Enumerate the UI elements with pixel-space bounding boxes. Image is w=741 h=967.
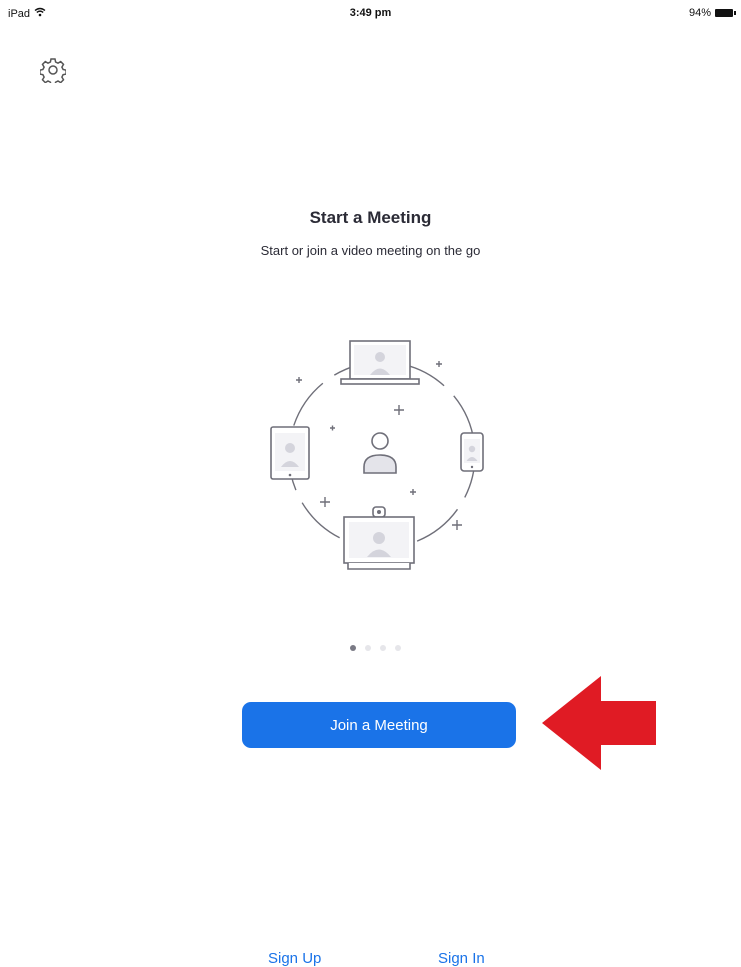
status-right: 94%	[688, 7, 736, 19]
room-system-icon	[343, 506, 415, 570]
page-indicator[interactable]	[350, 645, 401, 651]
page-dot-3[interactable]	[380, 645, 386, 651]
page-dot-4[interactable]	[395, 645, 401, 651]
tablet-icon	[270, 426, 310, 480]
battery-percent: 94%	[688, 7, 711, 19]
status-bar: iPad 3:49 pm 94%	[0, 0, 741, 26]
phone-icon	[460, 432, 484, 472]
gear-icon[interactable]	[39, 57, 67, 86]
page-title: Start a Meeting	[309, 208, 432, 227]
battery-icon	[715, 9, 736, 17]
page-dot-2[interactable]	[365, 645, 371, 651]
join-meeting-button[interactable]: Join a Meeting	[242, 702, 516, 748]
laptop-icon	[340, 340, 420, 385]
red-arrow-icon	[540, 676, 658, 770]
status-time: 3:49 pm	[349, 7, 392, 19]
sign-up-link[interactable]: Sign Up	[268, 950, 321, 967]
sign-in-link[interactable]: Sign In	[438, 950, 485, 967]
page-dot-1[interactable]	[350, 645, 356, 651]
page-subtitle: Start or join a video meeting on the go	[260, 243, 481, 258]
meeting-illustration	[262, 335, 502, 575]
user-icon	[363, 432, 397, 474]
